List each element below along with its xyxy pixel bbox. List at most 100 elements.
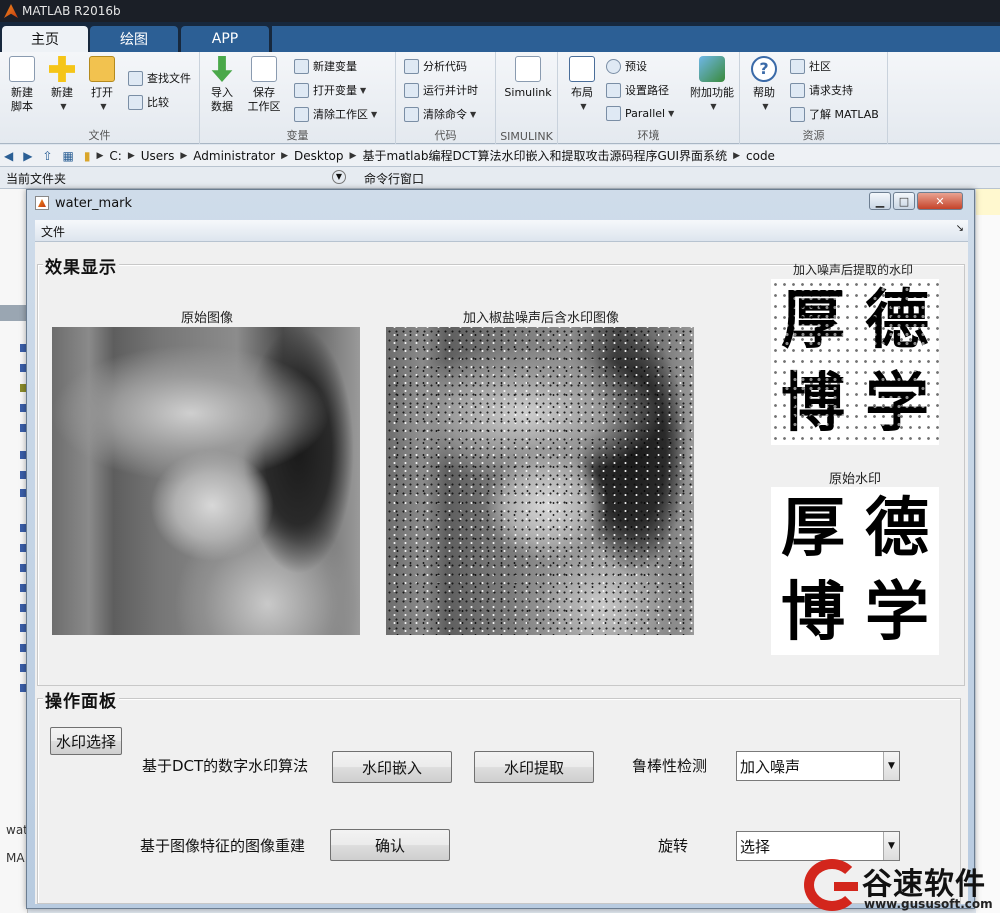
- ribbon-group-resources: ? 帮助 ▼ 社区 请求支持 了解 MATLAB 资源: [740, 52, 888, 144]
- figure-icon: [35, 196, 49, 210]
- run-and-time-button[interactable]: 运行并计时: [404, 82, 478, 98]
- breadcrumb-item[interactable]: Users: [141, 149, 175, 163]
- plus-icon: [49, 56, 75, 82]
- open-button[interactable]: 打开 ▼: [82, 56, 122, 114]
- layout-icon: [569, 56, 595, 82]
- original-watermark-caption: 原始水印: [828, 472, 881, 487]
- chevron-down-icon: ▼: [762, 102, 769, 111]
- dock-icon[interactable]: ↘: [956, 223, 964, 234]
- back-icon[interactable]: ◀: [4, 149, 13, 163]
- effect-panel: 效果显示 原始图像 加入椒盐噪声后含水印图像 加入噪声后提取的水印 厚 德 博 …: [37, 253, 965, 686]
- brand-logo-bar: [834, 882, 858, 891]
- breadcrumb-item[interactable]: C:: [109, 149, 121, 163]
- chevron-down-icon: ▼: [580, 102, 587, 111]
- clear-commands-icon: [404, 106, 419, 122]
- gui-titlebar: water_mark: [27, 190, 974, 216]
- maximize-button[interactable]: □: [893, 192, 915, 210]
- noisy-image-caption: 加入椒盐噪声后含水印图像: [462, 311, 619, 326]
- chevron-down-icon[interactable]: ▼: [883, 752, 899, 780]
- image-rebuild-label: 基于图像特征的图像重建: [140, 837, 306, 855]
- new-variable-label: 新建变量: [313, 60, 357, 73]
- chevron-down-icon: ▼: [100, 102, 107, 111]
- breadcrumb-separator-icon: ▶: [349, 150, 357, 161]
- embed-watermark-button[interactable]: 水印嵌入: [332, 751, 452, 783]
- chevron-down-icon: ▼: [470, 109, 477, 119]
- simulink-button[interactable]: Simulink: [502, 56, 554, 100]
- robustness-select[interactable]: 加入噪声 ▼: [736, 751, 900, 781]
- original-image: [52, 327, 360, 635]
- close-button[interactable]: ✕: [917, 192, 963, 210]
- set-path-label: 设置路径: [625, 84, 669, 97]
- current-folder-panel: wat MA: [0, 189, 28, 913]
- compare-button[interactable]: 比较: [128, 94, 169, 110]
- tab-plots[interactable]: 绘图: [90, 26, 178, 52]
- clear-commands-button[interactable]: 清除命令 ▼: [404, 106, 476, 122]
- watermark-char: 厚: [781, 492, 845, 566]
- command-window-hint: [976, 189, 1000, 215]
- new-script-icon: [9, 56, 35, 82]
- new-script-label: 新建 脚本: [11, 86, 33, 113]
- breadcrumb-item[interactable]: Desktop: [294, 149, 344, 163]
- save-workspace-button[interactable]: 保存 工作区: [244, 56, 284, 114]
- open-label: 打开: [91, 86, 113, 99]
- confirm-button[interactable]: 确认: [330, 829, 450, 861]
- panel-headers: 当前文件夹 ▼ 命令行窗口: [0, 167, 1000, 189]
- set-path-button[interactable]: 设置路径: [606, 82, 669, 98]
- learn-matlab-button[interactable]: 了解 MATLAB: [790, 106, 879, 122]
- group-label-file: 文件: [88, 129, 111, 142]
- breadcrumb-item[interactable]: Administrator: [193, 149, 275, 163]
- preferences-button[interactable]: 预设: [606, 58, 647, 74]
- breadcrumb-separator-icon: ▶: [180, 150, 188, 161]
- water-mark-window: water_mark ▁ □ ✕ 文件 ↘ 效果显示 原始图像 加入椒盐噪声后含…: [26, 189, 975, 909]
- open-variable-button[interactable]: 打开变量 ▼: [294, 82, 366, 98]
- run-and-time-icon: [404, 82, 419, 98]
- panel-menu-icon[interactable]: ▼: [332, 170, 346, 184]
- minimize-button[interactable]: ▁: [869, 192, 891, 210]
- community-label: 社区: [809, 60, 831, 73]
- new-script-button[interactable]: 新建 脚本: [2, 56, 42, 114]
- parallel-button[interactable]: Parallel ▼: [606, 106, 674, 121]
- effect-panel-title: 效果显示: [43, 253, 119, 278]
- simulink-icon: [515, 56, 541, 82]
- up-folder-icon[interactable]: ⇧: [42, 149, 52, 163]
- community-button[interactable]: 社区: [790, 58, 831, 74]
- browse-folder-icon[interactable]: ▦: [63, 149, 74, 163]
- breadcrumb-separator-icon: ▶: [281, 150, 289, 161]
- clear-workspace-icon: [294, 106, 309, 122]
- tab-apps[interactable]: APP: [181, 26, 269, 52]
- dct-algorithm-label: 基于DCT的数字水印算法: [142, 757, 309, 775]
- analyze-code-button[interactable]: 分析代码: [404, 58, 467, 74]
- ribbon-group-file: 新建 脚本 新建 ▼ 打开 ▼ 查找文件 比较 文件: [0, 52, 200, 144]
- extracted-watermark-caption: 加入噪声后提取的水印: [792, 263, 913, 277]
- analyze-code-label: 分析代码: [423, 60, 467, 73]
- rotate-label: 旋转: [658, 837, 689, 855]
- ribbon-group-variable: 导入 数据 保存 工作区 新建变量 打开变量 ▼ 清除工作区 ▼ 变量: [200, 52, 396, 144]
- run-and-time-label: 运行并计时: [423, 84, 478, 97]
- watermark-char: 德: [865, 492, 929, 566]
- forward-icon[interactable]: ▶: [23, 149, 32, 163]
- clear-workspace-button[interactable]: 清除工作区 ▼: [294, 106, 377, 122]
- help-button[interactable]: ? 帮助 ▼: [744, 56, 784, 114]
- request-support-button[interactable]: 请求支持: [790, 82, 853, 98]
- layout-button[interactable]: 布局 ▼: [562, 56, 602, 114]
- command-window-title: 命令行窗口: [364, 172, 425, 186]
- new-variable-button[interactable]: 新建变量: [294, 58, 357, 74]
- community-icon: [790, 58, 805, 74]
- import-data-button[interactable]: 导入 数据: [202, 56, 242, 114]
- find-files-button[interactable]: 查找文件: [128, 70, 191, 86]
- watermark-char: 学: [865, 576, 929, 650]
- noisy-watermarked-image: [386, 327, 694, 635]
- breadcrumb-item[interactable]: 基于matlab编程DCT算法水印嵌入和提取攻击源码程序GUI界面系统: [362, 147, 727, 164]
- watermark-noise: [771, 279, 939, 445]
- gui-title: water_mark: [55, 195, 133, 211]
- menu-file[interactable]: 文件: [41, 223, 65, 240]
- tab-home[interactable]: 主页: [2, 26, 88, 52]
- extract-watermark-button[interactable]: 水印提取: [474, 751, 594, 783]
- watermark-select-button[interactable]: 水印选择: [50, 727, 122, 755]
- breadcrumb-item[interactable]: code: [746, 149, 775, 163]
- add-ons-label: 附加功能: [690, 86, 734, 99]
- new-button[interactable]: 新建 ▼: [42, 56, 82, 114]
- parallel-label: Parallel: [625, 107, 666, 120]
- gui-body: 效果显示 原始图像 加入椒盐噪声后含水印图像 加入噪声后提取的水印 厚 德 博 …: [35, 242, 968, 904]
- add-ons-button[interactable]: 附加功能 ▼: [686, 56, 738, 114]
